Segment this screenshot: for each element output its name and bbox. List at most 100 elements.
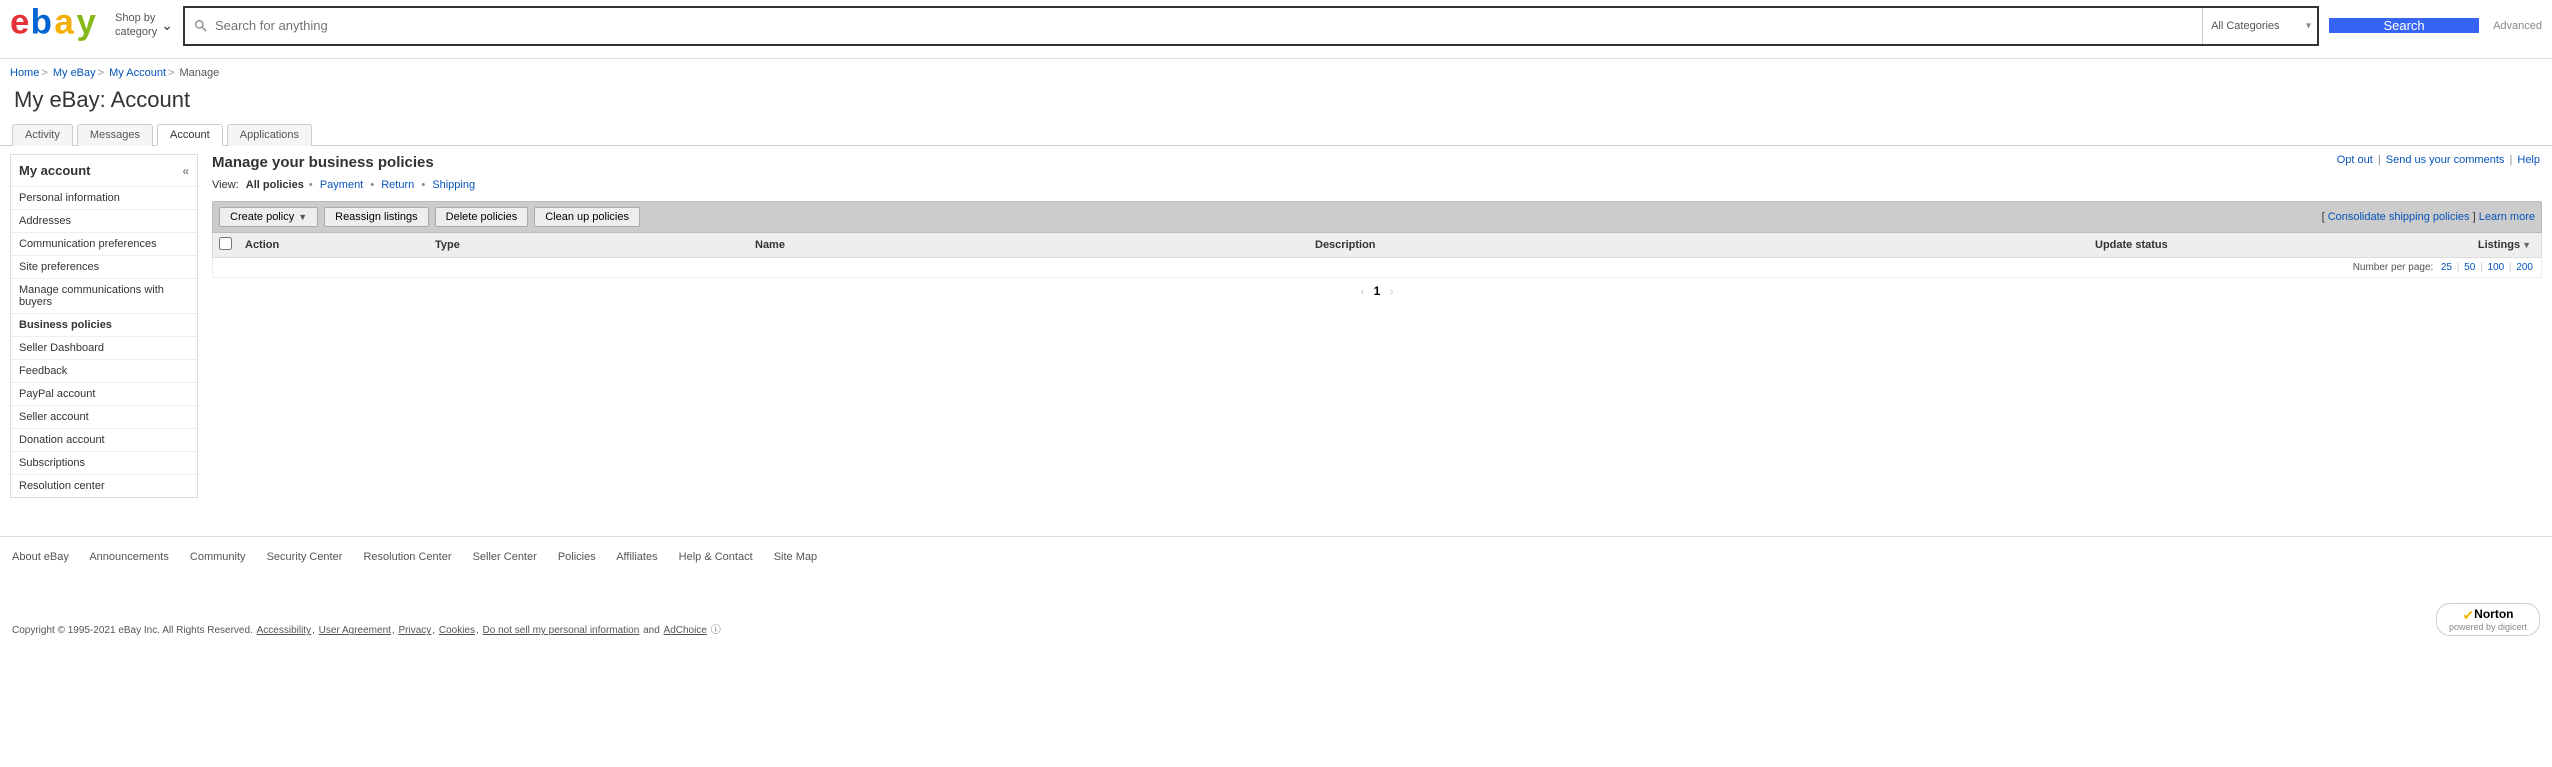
page-prev-icon: ‹ xyxy=(1360,284,1364,298)
view-shipping[interactable]: Shipping xyxy=(432,179,475,191)
footer-policies[interactable]: Policies xyxy=(558,551,596,563)
breadcrumb-current: Manage xyxy=(180,67,220,79)
site-footer: About eBay Announcements Community Secur… xyxy=(0,536,2552,642)
search-bar: All Categories xyxy=(183,6,2319,46)
sidebar-item-resolution-center[interactable]: Resolution center xyxy=(11,474,197,497)
legal-privacy[interactable]: Privacy xyxy=(398,625,431,636)
col-description: Description xyxy=(1315,239,2095,251)
shopby-line2: category xyxy=(115,26,157,39)
tab-applications[interactable]: Applications xyxy=(227,124,312,146)
view-return[interactable]: Return xyxy=(381,179,414,191)
page-current: 1 xyxy=(1374,284,1381,298)
sort-desc-icon: ▼ xyxy=(2522,240,2531,250)
per-page-50[interactable]: 50 xyxy=(2464,262,2475,273)
view-filter-row: View: All policies • Payment • Return • … xyxy=(212,179,2542,201)
sidebar-item-paypal[interactable]: PayPal account xyxy=(11,382,197,405)
view-payment[interactable]: Payment xyxy=(320,179,363,191)
sidebar-item-feedback[interactable]: Feedback xyxy=(11,359,197,382)
sidebar-item-comm-prefs[interactable]: Communication preferences xyxy=(11,232,197,255)
per-page-100[interactable]: 100 xyxy=(2487,262,2504,273)
view-all[interactable]: All policies xyxy=(246,179,304,191)
top-links: Opt out | Send us your comments | Help xyxy=(2335,154,2542,166)
create-policy-button[interactable]: Create policy ▼ xyxy=(219,207,318,227)
col-update-status: Update status xyxy=(2095,239,2435,251)
legal-and: and xyxy=(643,625,660,636)
chevron-down-icon: ⌄ xyxy=(161,17,173,34)
policy-table-header: Action Type Name Description Update stat… xyxy=(212,233,2542,258)
legal-dns[interactable]: Do not sell my personal information xyxy=(483,625,640,636)
sidebar-heading: My account xyxy=(19,163,91,178)
sidebar-item-seller-dashboard[interactable]: Seller Dashboard xyxy=(11,336,197,359)
reassign-listings-button[interactable]: Reassign listings xyxy=(324,207,429,227)
ebay-logo-svg: e b a y xyxy=(10,5,105,43)
learn-more-link[interactable]: Learn more xyxy=(2479,211,2535,223)
sidebar-item-subscriptions[interactable]: Subscriptions xyxy=(11,451,197,474)
footer-sitemap[interactable]: Site Map xyxy=(774,551,817,563)
col-action: Action xyxy=(245,239,435,251)
advanced-search-link[interactable]: Advanced xyxy=(2493,20,2542,32)
footer-resolution[interactable]: Resolution Center xyxy=(363,551,451,563)
per-page-25[interactable]: 25 xyxy=(2441,262,2452,273)
create-policy-label: Create policy xyxy=(230,211,294,223)
page-next-icon: › xyxy=(1390,284,1394,298)
legal-cookies[interactable]: Cookies xyxy=(439,625,475,636)
footer-announcements[interactable]: Announcements xyxy=(89,551,169,563)
legal-accessibility[interactable]: Accessibility xyxy=(257,625,311,636)
sidebar-item-manage-comm-buyers[interactable]: Manage communications with buyers xyxy=(11,278,197,313)
sidebar-item-seller-account[interactable]: Seller account xyxy=(11,405,197,428)
consolidate-shipping-link[interactable]: Consolidate shipping policies xyxy=(2328,211,2470,223)
sidebar-item-donation[interactable]: Donation account xyxy=(11,428,197,451)
ebay-logo[interactable]: e b a y xyxy=(10,5,105,46)
norton-by: powered by digicert xyxy=(2449,623,2527,633)
svg-text:y: y xyxy=(77,5,97,41)
opt-out-link[interactable]: Opt out xyxy=(2337,154,2373,166)
delete-policies-button[interactable]: Delete policies xyxy=(435,207,529,227)
col-listings[interactable]: Listings▼ xyxy=(2435,239,2535,251)
view-label: View: xyxy=(212,179,239,191)
search-input[interactable] xyxy=(215,18,2194,33)
breadcrumb-myebay[interactable]: My eBay xyxy=(53,67,96,79)
tab-account[interactable]: Account xyxy=(157,124,223,146)
footer-help[interactable]: Help & Contact xyxy=(679,551,753,563)
help-link[interactable]: Help xyxy=(2517,154,2540,166)
main-title: Manage your business policies xyxy=(212,154,434,179)
footer-about[interactable]: About eBay xyxy=(12,551,69,563)
col-type: Type xyxy=(435,239,755,251)
footer-security[interactable]: Security Center xyxy=(267,551,343,563)
sidebar-item-personal-info[interactable]: Personal information xyxy=(11,186,197,209)
sidebar-item-site-prefs[interactable]: Site preferences xyxy=(11,255,197,278)
norton-seal[interactable]: ✔Norton powered by digicert xyxy=(2436,603,2540,636)
tab-activity[interactable]: Activity xyxy=(12,124,73,146)
clean-up-policies-button[interactable]: Clean up policies xyxy=(534,207,640,227)
sidebar-item-addresses[interactable]: Addresses xyxy=(11,209,197,232)
footer-community[interactable]: Community xyxy=(190,551,246,563)
site-header: e b a y Shop by category ⌄ All Categorie… xyxy=(0,0,2552,59)
search-button[interactable]: Search xyxy=(2329,18,2479,33)
main-content: Manage your business policies Opt out | … xyxy=(212,154,2542,304)
pagination: ‹ 1 › xyxy=(212,278,2542,304)
category-select[interactable]: All Categories xyxy=(2202,8,2317,44)
shopby-line1: Shop by xyxy=(115,12,157,25)
footer-affiliates[interactable]: Affiliates xyxy=(616,551,657,563)
account-tabs: Activity Messages Account Applications xyxy=(0,123,2552,146)
shop-by-category[interactable]: Shop by category ⌄ xyxy=(115,12,173,38)
tab-messages[interactable]: Messages xyxy=(77,124,153,146)
norton-name: Norton xyxy=(2474,607,2513,621)
collapse-sidebar-icon[interactable]: « xyxy=(182,164,189,178)
select-all-checkbox[interactable] xyxy=(219,237,232,250)
legal-adchoice[interactable]: AdChoice xyxy=(664,625,707,636)
svg-text:e: e xyxy=(10,5,29,41)
breadcrumb-home[interactable]: Home xyxy=(10,67,39,79)
breadcrumb-myaccount[interactable]: My Account xyxy=(109,67,166,79)
legal-user-agreement[interactable]: User Agreement xyxy=(319,625,391,636)
per-page-200[interactable]: 200 xyxy=(2516,262,2533,273)
sidebar-item-business-policies[interactable]: Business policies xyxy=(11,313,197,336)
search-icon xyxy=(193,18,209,34)
copyright-row: Copyright © 1995-2021 eBay Inc. All Righ… xyxy=(12,621,721,636)
checkmark-icon: ✔ xyxy=(2462,607,2474,623)
send-comments-link[interactable]: Send us your comments xyxy=(2386,154,2505,166)
svg-text:b: b xyxy=(31,5,52,41)
breadcrumb: Home> My eBay> My Account> Manage xyxy=(0,59,2552,83)
footer-seller-center[interactable]: Seller Center xyxy=(473,551,537,563)
info-icon[interactable]: ⓘ xyxy=(711,625,721,636)
